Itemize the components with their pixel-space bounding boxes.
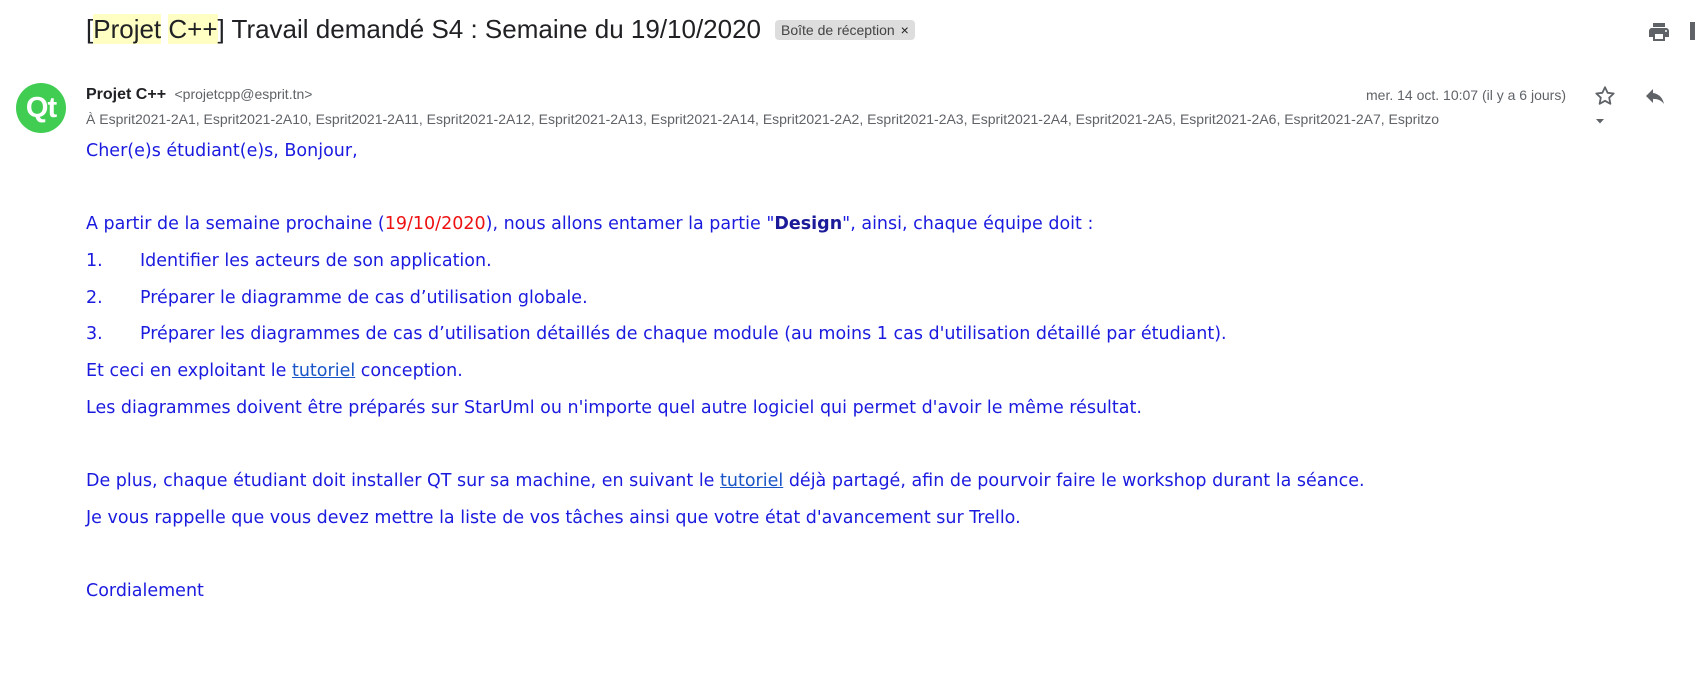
list-item: 3. Préparer les diagrammes de cas d’utili… xyxy=(86,324,1227,344)
star-icon[interactable] xyxy=(1593,84,1617,108)
chevron-down-icon[interactable] xyxy=(1593,114,1607,128)
subject-row: [Projet C++] Travail demandé S4 : Semain… xyxy=(86,14,915,45)
design-keyword: Design xyxy=(774,214,843,234)
tutoriel-conception-link[interactable]: tutoriel xyxy=(292,361,355,381)
intro-date: 19/10/2020 xyxy=(384,214,486,234)
intro-paragraph: A partir de la semaine prochaine (19/10/… xyxy=(86,214,1094,234)
inbox-label-chip[interactable]: Boîte de réception × xyxy=(775,19,915,40)
sender-name[interactable]: Projet C++ xyxy=(86,86,166,103)
email-subject: [Projet C++] Travail demandé S4 : Semain… xyxy=(86,14,762,44)
inbox-label-text: Boîte de réception xyxy=(781,21,895,38)
greeting: Cher(e)s étudiant(e)s, Bonjour, xyxy=(86,141,358,161)
remove-label-icon[interactable]: × xyxy=(901,22,909,38)
tutoriel-qt-link[interactable]: tutoriel xyxy=(720,471,783,491)
recipients-line: À Esprit2021-2A1, Esprit2021-2A10, Espri… xyxy=(86,111,1440,127)
print-icon[interactable] xyxy=(1647,20,1671,44)
sender-email: <projetcpp@esprit.tn> xyxy=(174,86,313,102)
sender-line: Projet C++ <projetcpp@esprit.tn> xyxy=(86,86,312,104)
staruml-line: Les diagrammes doivent être préparés sur… xyxy=(86,398,1142,418)
email-date: mer. 14 oct. 10:07 (il y a 6 jours) xyxy=(1366,87,1566,103)
trello-line: Je vous rappelle que vous devez mettre l… xyxy=(86,508,1021,528)
avatar-text: Qt xyxy=(25,92,57,124)
list-item: 2. Préparer le diagramme de cas d’utilisa… xyxy=(86,288,588,308)
overflow-edge xyxy=(1690,22,1695,40)
reply-icon[interactable] xyxy=(1643,84,1667,108)
qt-line: De plus, chaque étudiant doit installer … xyxy=(86,471,1365,491)
list-item: 1. Identifier les acteurs de son applicat… xyxy=(86,251,492,271)
sender-avatar: Qt xyxy=(16,83,66,133)
conception-line: Et ceci en exploitant le tutoriel concep… xyxy=(86,361,463,381)
closing: Cordialement xyxy=(86,581,204,601)
